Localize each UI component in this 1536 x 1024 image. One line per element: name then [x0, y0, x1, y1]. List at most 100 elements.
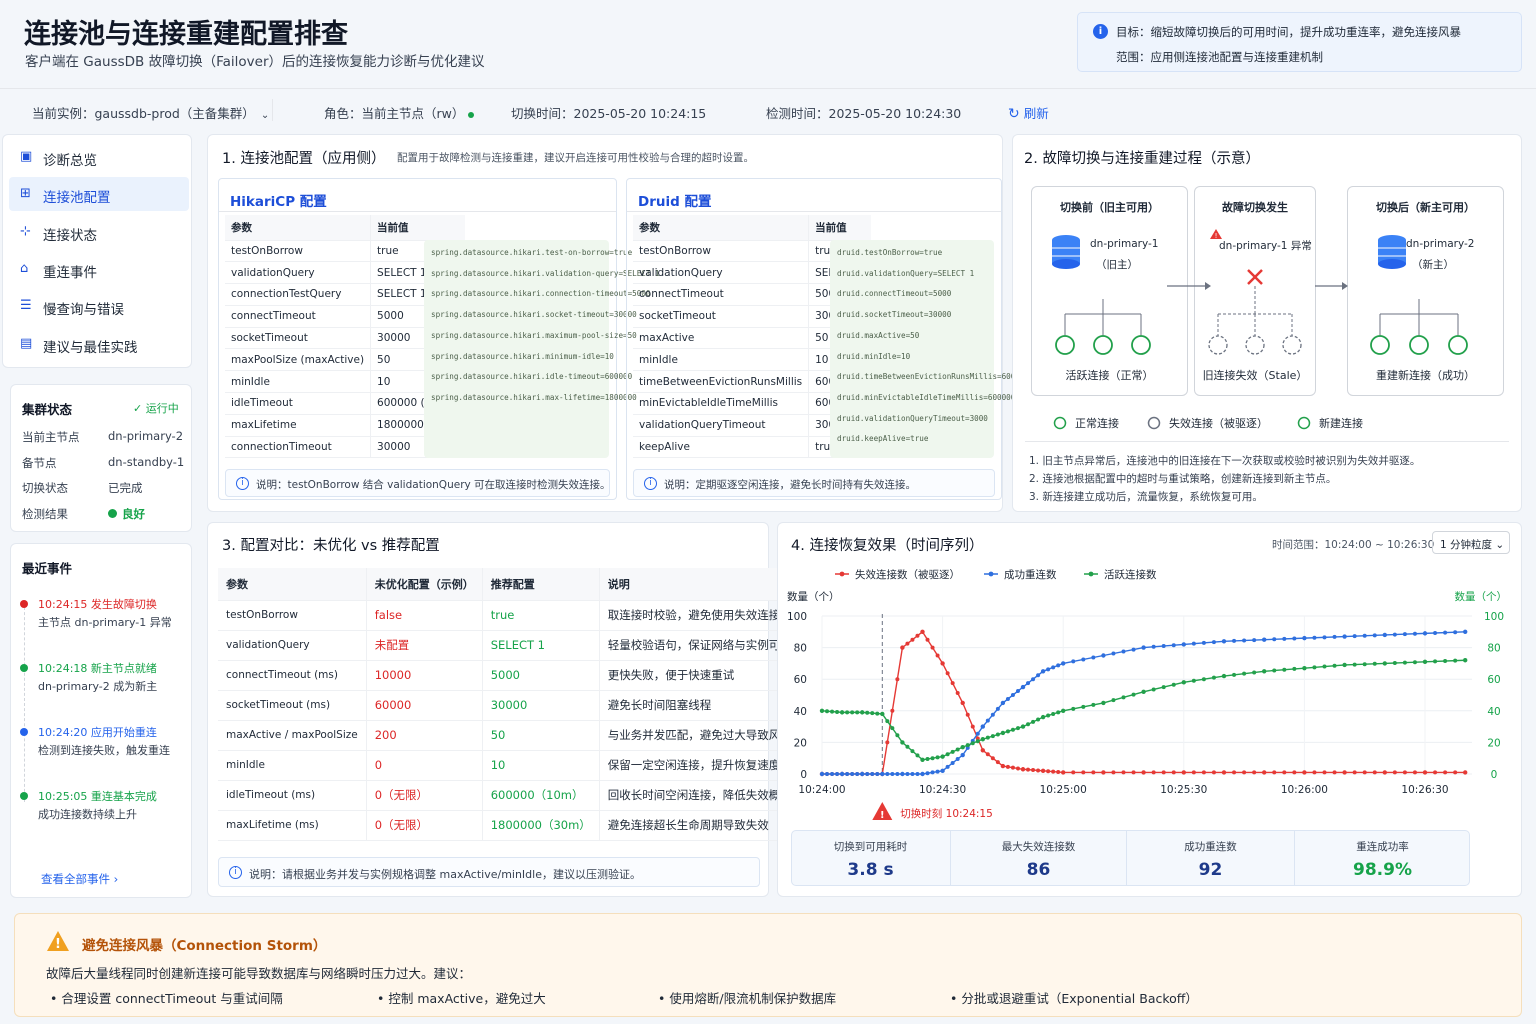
table-row: testOnBorrow false true 取连接时校验，避免使用失效连接 [218, 600, 801, 631]
data-point [910, 772, 915, 776]
data-point [1453, 770, 1458, 775]
sidebar-item-0[interactable]: ▣ 诊断总览 [9, 140, 189, 174]
warning-item-text: 控制 maxActive，避免过大 [388, 991, 546, 1006]
data-point [1252, 670, 1257, 675]
param-name: testOnBorrow [225, 240, 372, 263]
cluster-value-text: dn-primary-2 [108, 429, 184, 443]
param-name: maxActive / maxPoolSize [218, 720, 367, 751]
column-header: 参数 [218, 568, 367, 601]
info-icon: i [229, 866, 242, 879]
param-name: minEvictableIdleTimeMillis [633, 392, 810, 415]
data-point [845, 772, 850, 776]
sidebar-item-3[interactable]: ⌂ 重连事件 [9, 252, 189, 286]
event-time[interactable]: 10:24:20 应用开始重连 [38, 724, 157, 740]
data-point [1111, 770, 1116, 775]
data-point [925, 637, 930, 642]
data-point [905, 641, 910, 646]
check-circle-icon [108, 509, 117, 519]
data-point [1031, 677, 1036, 682]
data-point [885, 719, 890, 724]
data-point [880, 771, 885, 777]
data-point [1422, 770, 1428, 775]
sidebar-item-2[interactable]: ⊹ 连接状态 [9, 215, 189, 249]
data-point [1091, 770, 1096, 775]
data-point [1036, 768, 1041, 773]
sidebar-item-1[interactable]: ⊞ 连接池配置 [9, 177, 189, 212]
data-point [1020, 684, 1026, 690]
unoptimized-value: 0 [366, 750, 483, 781]
data-point [1131, 770, 1136, 775]
y-tick-label: 100 [787, 611, 807, 623]
recommended-value: 5000 [482, 660, 600, 691]
connection-tree-new [1370, 299, 1468, 355]
event-time[interactable]: 10:24:15 发生故障切换 [38, 596, 157, 612]
x-tick-label: 10:25:30 [1160, 784, 1207, 796]
warning-item-text: 合理设置 connectTimeout 与重试间隔 [61, 991, 283, 1006]
hikari-code-block: spring.datasource.hikari.test-on-borrow=… [424, 240, 660, 458]
database-icon [1052, 235, 1080, 269]
data-point [1010, 693, 1015, 697]
code-line: druid.minEvictableIdleTimeMillis=600000 [837, 392, 1016, 402]
data-point [1141, 689, 1146, 695]
legend-label: 正常连接 [1075, 417, 1119, 430]
connection-tree-stale [1208, 286, 1302, 355]
data-point [1433, 659, 1438, 664]
series-line-0 [822, 630, 1466, 775]
data-point [1282, 770, 1287, 775]
metric-value: 86 [1026, 860, 1051, 880]
event-time[interactable]: 10:24:18 新主节点就绪 [38, 660, 157, 676]
data-point [1402, 660, 1407, 665]
metric-3: 重连成功率 98.9% [1294, 830, 1470, 886]
data-point [1040, 768, 1046, 774]
connection-tree-active [1055, 299, 1151, 355]
document-icon: ☰ [20, 298, 32, 314]
data-point [855, 710, 860, 715]
param-name: timeBetweenEvictionRunsMillis [633, 370, 810, 394]
data-point [875, 772, 880, 776]
param-name: socketTimeout (ms) [218, 690, 367, 721]
data-point [1242, 638, 1247, 643]
description: 取连接时校验，避免使用失效连接 [599, 600, 801, 631]
refresh-button[interactable]: ↻ 刷新 [1008, 103, 1049, 122]
data-point [1302, 770, 1307, 775]
data-point [1433, 630, 1438, 635]
series-line-2 [821, 659, 1466, 761]
description: 避免长时间阻塞线程 [599, 690, 801, 721]
recommended-value: 600000（10m） [482, 780, 600, 811]
param-name: connectTimeout (ms) [218, 660, 367, 691]
warning-icon: ! [1210, 229, 1222, 240]
sidebar-item-label: 建议与最佳实践 [43, 339, 138, 356]
y-axis-label: 数量（个） [787, 590, 840, 603]
data-point [1046, 769, 1051, 774]
cluster-value: dn-primary-2 [108, 429, 183, 443]
sidebar-item-label: 连接池配置 [43, 190, 111, 207]
legend-label: 失效连接数（被驱逐） [855, 568, 960, 581]
cluster-value: 已完成 [108, 480, 143, 496]
data-point [875, 711, 880, 716]
data-point [1221, 770, 1227, 775]
sidebar-item-4[interactable]: ☰ 慢查询与错误 [9, 289, 189, 323]
data-point [1071, 770, 1076, 775]
view-all-events-link[interactable]: 查看全部事件 › [41, 871, 118, 887]
data-point [1141, 770, 1146, 775]
code-line: druid.validationQuery=SELECT 1 [837, 268, 975, 278]
info-icon: i [1093, 24, 1108, 39]
data-point [855, 772, 860, 776]
table-row: maxActive / maxPoolSize 200 50 与业务并发匹配，避免过大… [218, 720, 801, 751]
event-time[interactable]: 10:25:05 重连基本完成 [38, 788, 157, 804]
param-name: testOnBorrow [633, 240, 810, 263]
metric-label: 最大失效连接数 [1001, 841, 1076, 853]
data-point [1191, 641, 1196, 646]
data-point [945, 671, 950, 676]
data-point [1081, 657, 1086, 662]
data-point [1252, 770, 1257, 775]
data-point [950, 749, 955, 754]
description: 回收长时间空闲连接，降低失效概率 [599, 780, 801, 811]
legend-marker [1147, 416, 1161, 430]
data-point [1221, 673, 1227, 679]
data-point [1453, 658, 1458, 663]
instance-select[interactable]: 当前实例：gaussdb-prod（主备集群） ⌄ [32, 103, 269, 122]
table-header-row: 参数 未优化配置（示例） 推荐配置 说明 [218, 568, 801, 601]
param-name: minIdle [218, 750, 367, 781]
sidebar-item-5[interactable]: ▤ 建议与最佳实践 [9, 327, 189, 361]
